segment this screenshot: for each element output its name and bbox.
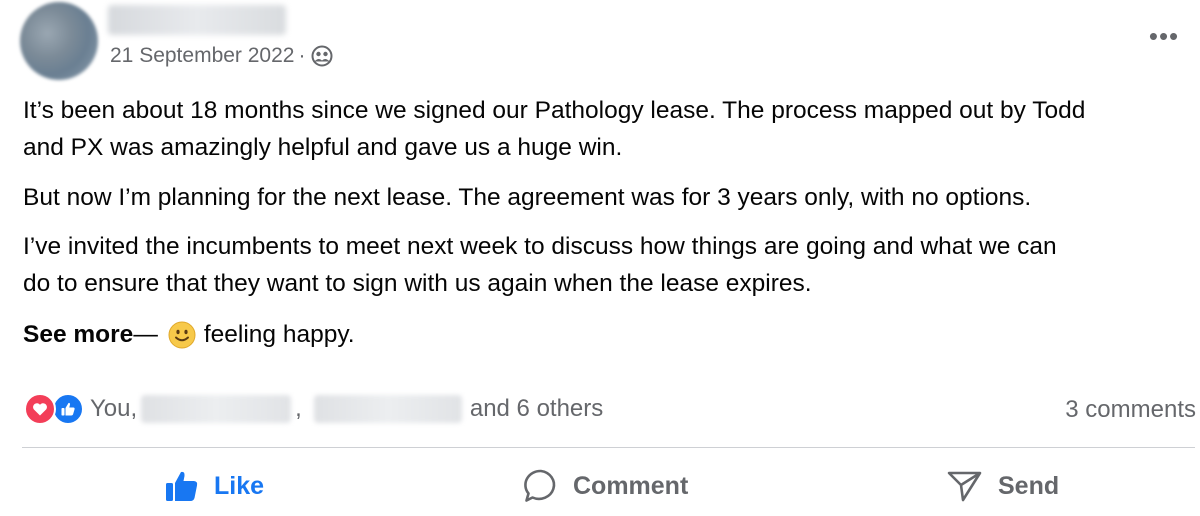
reaction-you: You, bbox=[90, 395, 138, 422]
reaction-icons bbox=[24, 393, 84, 425]
smiley-icon bbox=[168, 321, 196, 349]
reaction-comma: , bbox=[295, 395, 302, 422]
comment-button[interactable]: Comment bbox=[523, 466, 688, 506]
reactor-name-blurred bbox=[313, 395, 462, 423]
reactions-summary[interactable]: You, , and 6 others bbox=[24, 393, 603, 425]
send-button[interactable]: Send bbox=[946, 466, 1059, 506]
feeling-text: feeling happy. bbox=[203, 321, 355, 348]
love-icon bbox=[24, 393, 56, 425]
comment-icon bbox=[524, 469, 556, 502]
like-icon bbox=[52, 393, 84, 425]
like-button[interactable]: Like bbox=[164, 466, 264, 506]
feeling-dash: — bbox=[133, 321, 158, 348]
send-label: Send bbox=[998, 471, 1060, 500]
post-timestamp[interactable]: 21 September 2022 bbox=[110, 44, 294, 68]
reaction-others: and 6 others bbox=[469, 395, 604, 422]
friends-icon[interactable] bbox=[311, 45, 333, 67]
more-options-button[interactable]: ••• bbox=[1144, 22, 1184, 50]
thumbs-up-icon bbox=[166, 471, 198, 501]
avatar[interactable] bbox=[20, 2, 98, 80]
post-paragraph-3-line-1: I’ve invited the incumbents to meet next… bbox=[23, 233, 1057, 260]
see-more-row: See more — feeling happy. bbox=[23, 316, 355, 353]
see-more-link[interactable]: See more bbox=[23, 316, 133, 353]
send-icon bbox=[947, 471, 982, 502]
author-name-blurred[interactable] bbox=[108, 5, 286, 35]
post-paragraph-2: But now I’m planning for the next lease.… bbox=[23, 184, 1032, 211]
comments-count[interactable]: 3 comments bbox=[1065, 396, 1196, 424]
like-label: Like bbox=[214, 471, 265, 500]
meta-separator: · bbox=[298, 44, 306, 67]
post-paragraph-1-line-1: It’s been about 18 months since we signe… bbox=[23, 97, 1086, 124]
reactor-name-blurred bbox=[141, 395, 292, 423]
post-paragraph-1-line-2: and PX was amazingly helpful and gave us… bbox=[23, 134, 623, 161]
post-paragraph-3-line-2: do to ensure that they want to sign with… bbox=[23, 270, 812, 297]
post-meta: 21 September 2022 · bbox=[110, 44, 333, 68]
divider bbox=[22, 447, 1195, 448]
comment-label: Comment bbox=[573, 471, 689, 500]
